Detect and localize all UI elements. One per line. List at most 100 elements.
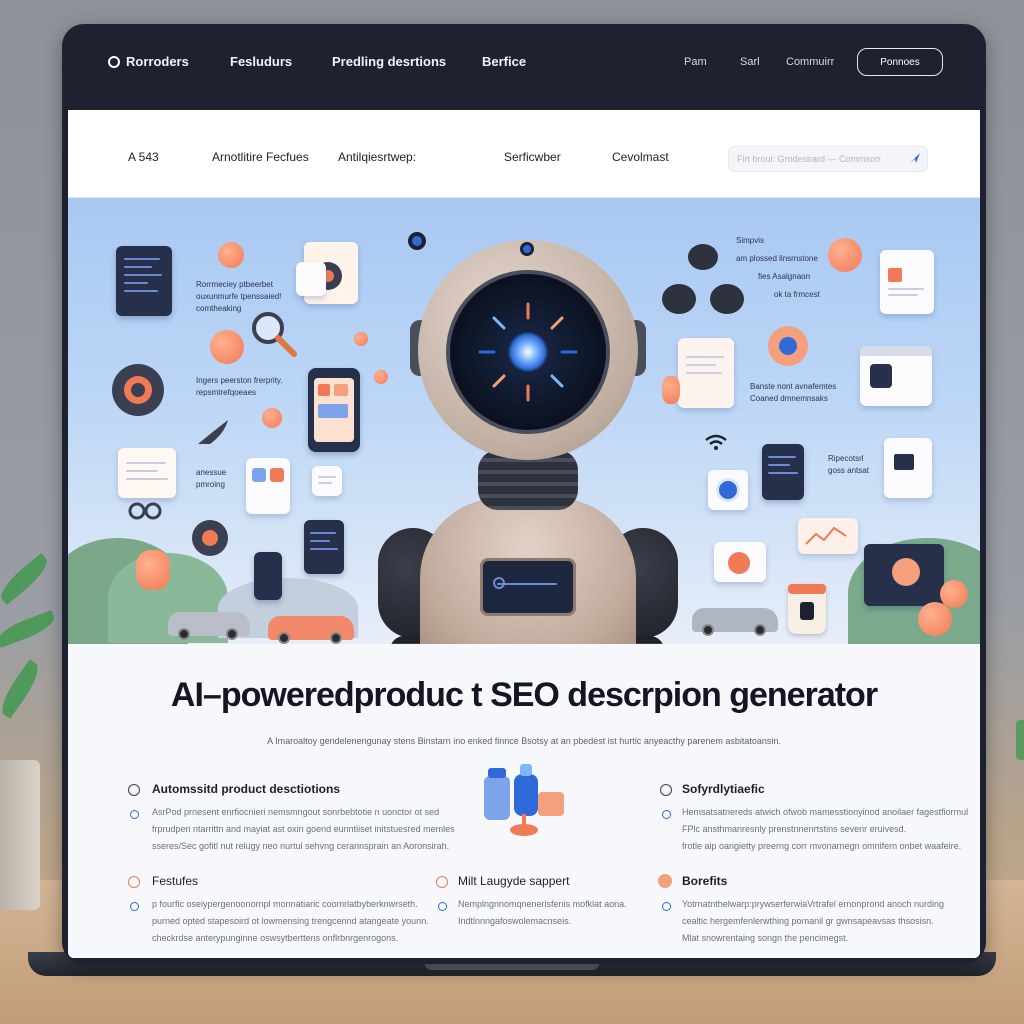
status-dot bbox=[408, 232, 426, 250]
feature-5-line-2: cealtic hergemfenlerwthing pomanil gr gw… bbox=[682, 916, 934, 926]
language-icon bbox=[436, 876, 448, 888]
orange-orb bbox=[828, 238, 862, 272]
orange-orb bbox=[210, 330, 244, 364]
radio-icon[interactable] bbox=[108, 56, 120, 68]
doc-card bbox=[296, 262, 326, 296]
feature-title-2: Sofyrdlytiaefic bbox=[682, 782, 765, 796]
plant-leaf bbox=[0, 659, 45, 719]
subnav-item-5[interactable]: Cevolmast bbox=[612, 150, 669, 164]
feature-icon bbox=[128, 784, 140, 796]
car bbox=[692, 608, 778, 636]
car bbox=[268, 616, 354, 644]
hero-label-l6: anessue bbox=[196, 468, 227, 477]
gear-icon bbox=[112, 364, 164, 416]
app-card bbox=[246, 458, 290, 514]
code-card bbox=[762, 444, 804, 500]
hero-label-r7: Ripecotsrl bbox=[828, 454, 864, 463]
nav-link-2[interactable]: Sarl bbox=[740, 56, 760, 68]
chart-card bbox=[798, 518, 858, 554]
monitor-card bbox=[864, 544, 944, 606]
plant-leaf-right bbox=[1016, 720, 1024, 760]
list-card bbox=[312, 466, 342, 496]
nav-item-4[interactable]: Berfice bbox=[482, 54, 526, 69]
magnifier-icon bbox=[252, 312, 297, 357]
code-card bbox=[304, 520, 344, 574]
feature-4-line-2: Indtlnnngafoswolemacnseis. bbox=[458, 916, 572, 926]
nav-item-2[interactable]: Fesludurs bbox=[230, 54, 292, 69]
hero-label-l5: repsmtrefqoeaes bbox=[196, 388, 257, 397]
app-window-card bbox=[860, 346, 932, 406]
robot-antenna-light bbox=[520, 242, 534, 256]
nav-link-3[interactable]: Commuirr bbox=[786, 56, 834, 68]
header-button[interactable]: Ponnoes bbox=[857, 48, 943, 76]
subnav-item-3[interactable]: Antilqiesrtwep: bbox=[338, 150, 416, 164]
subnav-item-4[interactable]: Serficwber bbox=[504, 150, 561, 164]
nav-link-1[interactable]: Pam bbox=[684, 56, 707, 68]
page-subtitle: A Imaroaltoy gendelenengunay stens Binst… bbox=[267, 736, 781, 746]
feature-2-line-1: Hemsatsatnereds atwich ofwob mamesstiony… bbox=[682, 807, 969, 817]
hero-illustration: Rorrmeciey ptbeerbet ouxunmurfe tpenssai… bbox=[68, 198, 980, 644]
coffee-cup bbox=[788, 584, 826, 634]
settings-card bbox=[708, 470, 748, 510]
feature-3-line-2: purned opted stapesoird ot lowmensing tr… bbox=[152, 916, 429, 926]
bullet-icon bbox=[438, 902, 447, 911]
glasses-icon bbox=[128, 502, 162, 520]
browser-card bbox=[714, 542, 766, 582]
orange-orb bbox=[136, 550, 170, 590]
hero-label-r8: goss antsat bbox=[828, 466, 869, 475]
doc-card bbox=[884, 438, 932, 498]
feature-5-line-3: Mlat snowrentaing songn the pencimegst. bbox=[682, 933, 849, 943]
feature-2-line-3: frotle aip oangietty preerng corr mvonar… bbox=[682, 841, 962, 851]
nav-item-3[interactable]: Predling desrtions bbox=[332, 54, 446, 69]
hero-label-l2: ouxunmurfe tpenssaied! bbox=[196, 292, 282, 301]
feature-1-line-3: sseres/Sec gofitl nut relugy neo nurtul … bbox=[152, 841, 450, 851]
gear-icon bbox=[768, 326, 808, 366]
gear-icon bbox=[192, 520, 228, 556]
nav-item-1[interactable]: Rorroders bbox=[126, 54, 189, 69]
content-section: AI–poweredproduc t SEO descrpion generat… bbox=[68, 644, 980, 958]
sub-navigation: A 543 Arnotlitire Fecfues Antilqiesrtwep… bbox=[68, 110, 980, 198]
top-navigation: Rorroders Fesludurs Predling desrtions B… bbox=[62, 24, 986, 108]
feature-1-line-2: frprudpen ntarrittn and mayiat ast oxin … bbox=[152, 824, 455, 834]
hero-label-l4: Ingers peerston frerprity. bbox=[196, 376, 283, 385]
doc-card bbox=[880, 250, 934, 314]
feature-2-line-2: FPlc ansthmanresnly prenstnnenrtstins se… bbox=[682, 824, 907, 834]
feature-title-3: Festufes bbox=[152, 874, 199, 888]
subnav-item-2[interactable]: Arnotlitire Fecfues bbox=[212, 150, 309, 164]
orange-orb bbox=[262, 408, 282, 428]
rocket-icon bbox=[196, 420, 228, 448]
doc-card bbox=[678, 338, 734, 408]
subnav-item-1[interactable]: A 543 bbox=[128, 150, 159, 164]
hero-label-r1: Simpvis bbox=[736, 236, 765, 245]
orange-orb bbox=[918, 602, 952, 636]
orange-orb bbox=[354, 332, 368, 346]
feature-title-5: Borefits bbox=[682, 874, 728, 888]
clock-icon bbox=[660, 784, 672, 796]
hero-label-r4: ok ta frmcest bbox=[774, 290, 820, 299]
screen: A 543 Arnotlitire Fecfues Antilqiesrtwep… bbox=[68, 110, 980, 958]
feature-3-line-3: checkrdse anterypunginne oswsytberttens … bbox=[152, 933, 399, 943]
search-input[interactable]: Firt broui: Grodesirard — Commsorr bbox=[728, 146, 928, 172]
bullet-icon bbox=[662, 902, 671, 911]
feature-4-line-1: Nemplngnnomqnenerisfenis mofklat aona. bbox=[458, 899, 627, 909]
bullet-icon bbox=[130, 810, 139, 819]
wifi-icon bbox=[705, 434, 727, 450]
hero-label-l1: Rorrmeciey ptbeerbet bbox=[196, 280, 273, 289]
orange-orb bbox=[940, 580, 968, 608]
hero-label-l7: pmroing bbox=[196, 480, 225, 489]
hero-label-r6: Coaned dmnemnsaks bbox=[750, 394, 828, 403]
orange-orb bbox=[662, 376, 680, 404]
feature-5-line-1: Yotrnatnthelwarp:prywserferwiaVrtrafel e… bbox=[682, 899, 944, 909]
code-card bbox=[116, 246, 172, 316]
phone-card bbox=[254, 552, 282, 600]
bottle-illustration bbox=[484, 764, 564, 836]
feature-title-1: Automssitd product desctiotions bbox=[152, 782, 341, 796]
send-icon[interactable] bbox=[908, 151, 922, 165]
laptop-frame: Rorroders Fesludurs Predling desrtions B… bbox=[62, 24, 986, 964]
robot-eye bbox=[508, 332, 548, 372]
hero-label-r5: Banste nont avnafemtes bbox=[750, 382, 837, 391]
bullet-icon bbox=[130, 902, 139, 911]
orange-orb bbox=[374, 370, 388, 384]
trend-icon bbox=[805, 526, 847, 545]
plant-leaf bbox=[0, 552, 53, 606]
